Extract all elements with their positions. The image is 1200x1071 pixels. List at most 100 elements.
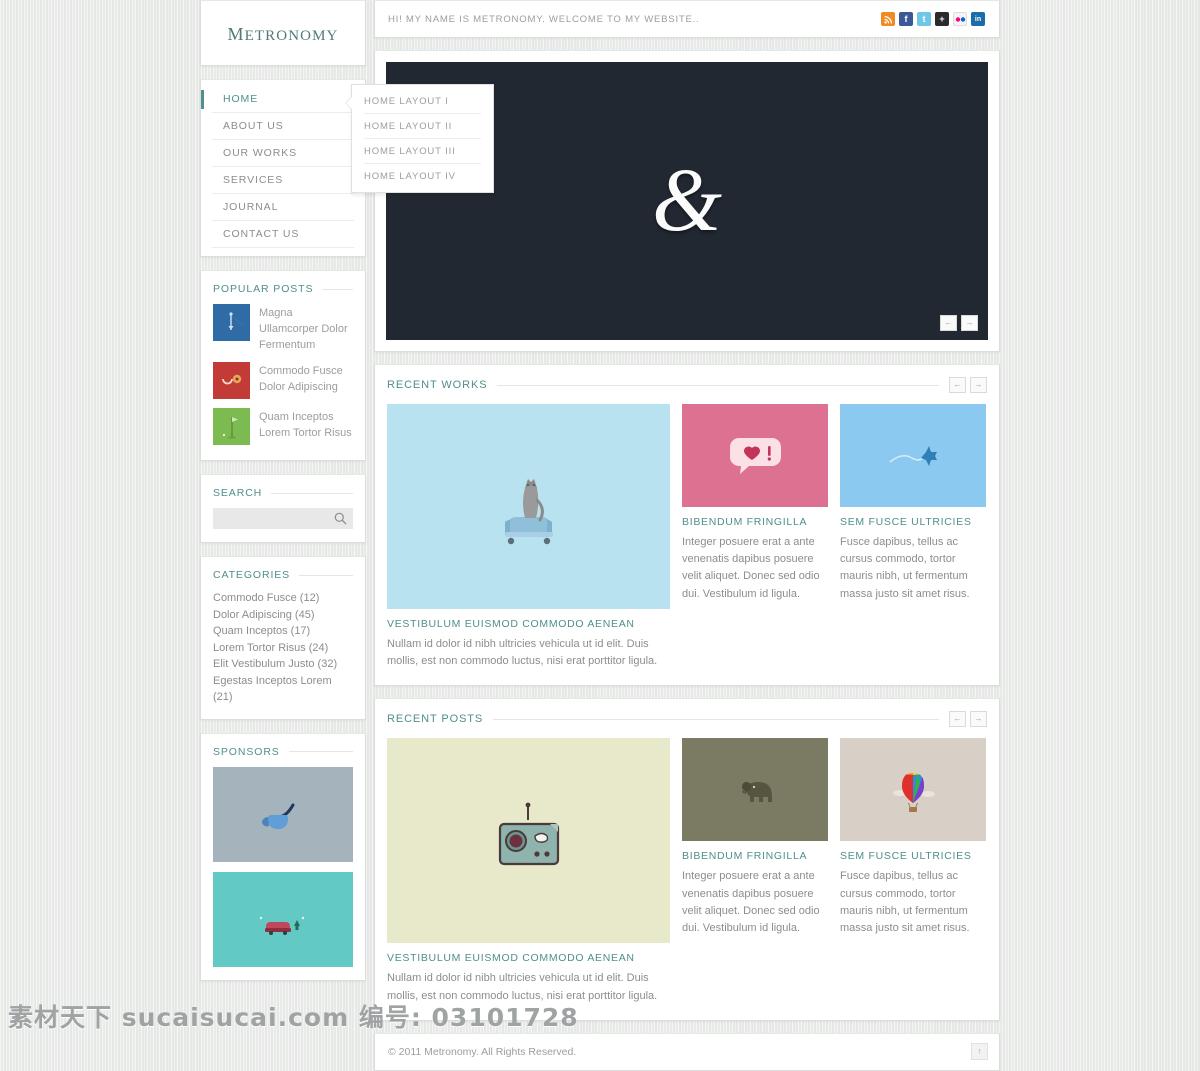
- nav-item-label: Our Works: [223, 147, 298, 159]
- hot-air-balloon-thumbnail[interactable]: [840, 738, 986, 842]
- recent-posts-next-button[interactable]: →: [970, 711, 987, 728]
- work-card-title[interactable]: Vestibulum Euismod Commodo Aenean: [387, 618, 670, 630]
- nav-item-our-works[interactable]: Our Works: [212, 140, 354, 167]
- submenu-item-home-layout-4[interactable]: Home Layout IV: [364, 164, 481, 189]
- categories-header: Categories: [213, 569, 353, 581]
- recent-posts-prev-button[interactable]: ←: [949, 711, 966, 728]
- popular-post-item[interactable]: Magna Ullamcorper Dolor Fermentum: [213, 304, 353, 353]
- search-title: Search: [213, 487, 263, 499]
- recent-works-header: Recent Works ← →: [387, 377, 987, 393]
- submenu-item-home-layout-2[interactable]: Home Layout II: [364, 114, 481, 139]
- popular-post-title: Quam Inceptos Lorem Tortor Risus: [259, 411, 352, 439]
- divider-rule: [493, 718, 939, 720]
- topbar: HI! MY NAME IS METRONOMY. WELCOME TO MY …: [374, 0, 1000, 38]
- work-card-title[interactable]: Sem Fusce Ultricies: [840, 516, 986, 528]
- car-icon: [259, 916, 305, 935]
- search-icon[interactable]: [333, 511, 348, 526]
- post-card-title[interactable]: Vestibulum Euismod Commodo Aenean: [387, 952, 670, 964]
- rss-icon[interactable]: [881, 12, 895, 26]
- recent-posts-cards: Vestibulum Euismod Commodo Aenean Nullam…: [387, 738, 987, 1004]
- search-input[interactable]: [213, 508, 353, 529]
- nav-item-journal[interactable]: Journal: [212, 194, 354, 221]
- recent-posts-title: Recent Posts: [387, 713, 484, 726]
- slider-prev-button[interactable]: ←: [940, 315, 957, 331]
- addthis-icon[interactable]: +: [935, 12, 949, 26]
- nav-item-contact-us[interactable]: Contact Us: [212, 221, 354, 248]
- recent-works-cards: Vestibulum Euismod Commodo Aenean Nullam…: [387, 404, 987, 670]
- category-item[interactable]: Commodo Fusce (12): [213, 590, 353, 607]
- slider-next-button[interactable]: →: [961, 315, 978, 331]
- sponsor-banner-car[interactable]: [213, 871, 353, 967]
- nav-item-label: Contact Us: [223, 228, 300, 240]
- post-card: Bibendum Fringilla Integer posuere erat …: [682, 738, 828, 1004]
- work-card-text: Fusce dapibus, tellus ac cursus commodo,…: [840, 536, 970, 600]
- recent-works-section: Recent Works ← →: [374, 364, 1000, 687]
- popular-posts-widget: Popular Posts Magna Ullamcorper Dolor Fe…: [200, 270, 366, 461]
- pipe-icon: [262, 803, 295, 829]
- cat-on-chair-icon: [505, 479, 553, 545]
- nav-item-about-us[interactable]: About Us: [212, 113, 354, 140]
- recent-works-navigation: ← →: [949, 377, 987, 393]
- facebook-icon[interactable]: f: [899, 12, 913, 26]
- popular-posts-header: Popular Posts: [213, 283, 353, 295]
- recent-works-title: Recent Works: [387, 379, 488, 391]
- search-widget: Search: [200, 474, 366, 543]
- submenu-item-label: Home Layout III: [364, 145, 456, 157]
- recent-posts-navigation: ← →: [949, 711, 987, 728]
- main-navigation: Home About Us Our Works Services Journal…: [200, 79, 494, 257]
- copyright-text: © 2011 Metronomy. All Rights Reserved.: [388, 1045, 577, 1058]
- categories-widget: Categories Commodo Fusce (12) Dolor Adip…: [200, 556, 366, 720]
- radio-thumbnail[interactable]: [387, 738, 670, 944]
- nav-item-home[interactable]: Home: [201, 86, 354, 113]
- back-to-top-button[interactable]: ↑: [971, 1043, 988, 1061]
- work-card-text: Integer posuere erat a ante venenatis da…: [682, 536, 820, 600]
- category-item[interactable]: Lorem Tortor Risus (24): [213, 640, 353, 657]
- airplane-thumbnail[interactable]: [840, 404, 986, 507]
- sponsors-header: Sponsors: [213, 746, 353, 758]
- post-card-title[interactable]: Bibendum Fringilla: [682, 850, 828, 862]
- category-item[interactable]: Dolor Adipiscing (45): [213, 607, 353, 624]
- nav-item-label: Services: [223, 174, 284, 186]
- work-card-text: Nullam id dolor id nibh ultricies vehicu…: [387, 638, 658, 668]
- heart-speech-bubble-icon: [730, 438, 781, 474]
- needle-thumbnail[interactable]: [213, 304, 250, 341]
- nav-item-label: About Us: [223, 120, 284, 132]
- search-header: Search: [213, 487, 353, 499]
- post-card-text: Integer posuere erat a ante venenatis da…: [682, 870, 820, 935]
- post-card-text: Fusce dapibus, tellus ac cursus commodo,…: [840, 870, 970, 935]
- popular-post-item[interactable]: Commodo Fusce Dolor Adipiscing: [213, 362, 353, 399]
- work-card-title[interactable]: Bibendum Fringilla: [682, 516, 828, 528]
- radio-icon: [498, 803, 560, 866]
- smiley-thumbnail[interactable]: [213, 362, 250, 399]
- recent-works-prev-button[interactable]: ←: [949, 377, 966, 393]
- category-item[interactable]: Quam Inceptos (17): [213, 623, 353, 640]
- post-card-title[interactable]: Sem Fusce Ultricies: [840, 850, 986, 862]
- category-item[interactable]: Egestas Inceptos Lorem (21): [213, 673, 353, 706]
- heart-bubble-thumbnail[interactable]: [682, 404, 828, 507]
- submenu-item-home-layout-1[interactable]: Home Layout I: [364, 89, 481, 114]
- hot-air-balloon-icon: [893, 773, 935, 813]
- nav-item-services[interactable]: Services: [212, 167, 354, 194]
- site-logo[interactable]: Metronomy: [200, 0, 366, 66]
- divider-rule: [299, 574, 353, 576]
- sponsors-title: Sponsors: [213, 745, 280, 758]
- divider-rule: [271, 492, 353, 494]
- popular-post-item[interactable]: Quam Inceptos Lorem Tortor Risus: [213, 408, 353, 445]
- flickr-icon[interactable]: [953, 12, 967, 26]
- popular-post-title: Commodo Fusce Dolor Adipiscing: [259, 365, 343, 393]
- ampersand-graphic: &: [651, 151, 722, 250]
- category-item[interactable]: Elit Vestibulum Justo (32): [213, 656, 353, 673]
- sponsor-banner-pipe[interactable]: [213, 766, 353, 862]
- home-submenu: Home Layout I Home Layout II Home Layout…: [351, 84, 494, 193]
- recent-posts-header: Recent Posts ← →: [387, 711, 987, 728]
- social-links: f t + in: [881, 12, 985, 26]
- submenu-item-label: Home Layout I: [364, 95, 449, 107]
- submenu-item-home-layout-3[interactable]: Home Layout III: [364, 139, 481, 164]
- twitter-icon[interactable]: t: [917, 12, 931, 26]
- cat-chair-thumbnail[interactable]: [387, 404, 670, 609]
- recent-works-next-button[interactable]: →: [970, 377, 987, 393]
- divider-rule: [497, 384, 939, 386]
- golf-flag-thumbnail[interactable]: [213, 408, 250, 445]
- linkedin-icon[interactable]: in: [971, 12, 985, 26]
- elephant-thumbnail[interactable]: [682, 738, 828, 842]
